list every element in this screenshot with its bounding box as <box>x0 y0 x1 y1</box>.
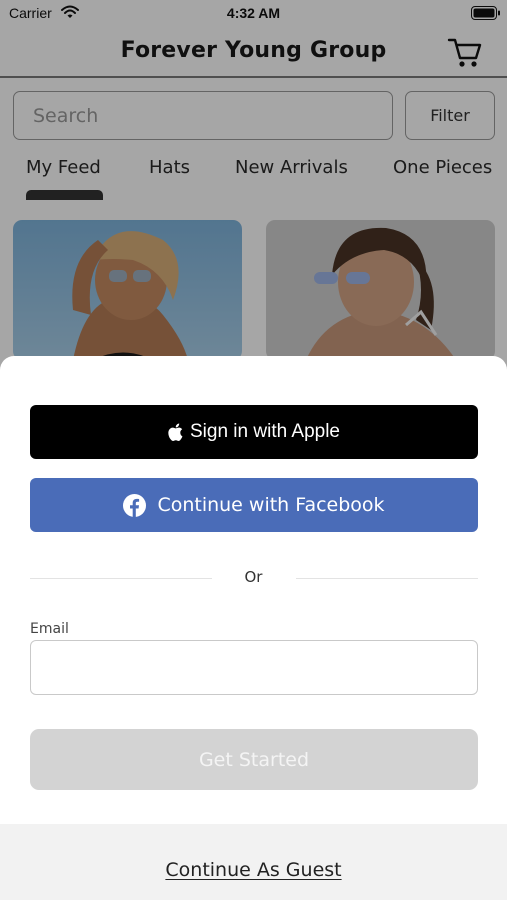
apple-button-label: Sign in with Apple <box>190 421 340 442</box>
email-field[interactable] <box>30 640 478 695</box>
facebook-icon <box>123 493 147 517</box>
sign-in-with-apple-button[interactable]: Sign in with Apple <box>30 405 478 459</box>
divider-right <box>296 578 478 579</box>
facebook-button-label: Continue with Facebook <box>157 494 385 516</box>
continue-as-guest-link[interactable]: Continue As Guest <box>0 859 507 881</box>
apple-icon <box>168 423 183 441</box>
guest-footer: Continue As Guest <box>0 824 507 900</box>
get-started-button[interactable]: Get Started <box>30 729 478 790</box>
email-label: Email <box>30 621 69 637</box>
sign-in-sheet: Sign in with Apple Continue with Faceboo… <box>0 356 507 900</box>
or-label: Or <box>244 568 263 586</box>
continue-with-facebook-button[interactable]: Continue with Facebook <box>30 478 478 532</box>
